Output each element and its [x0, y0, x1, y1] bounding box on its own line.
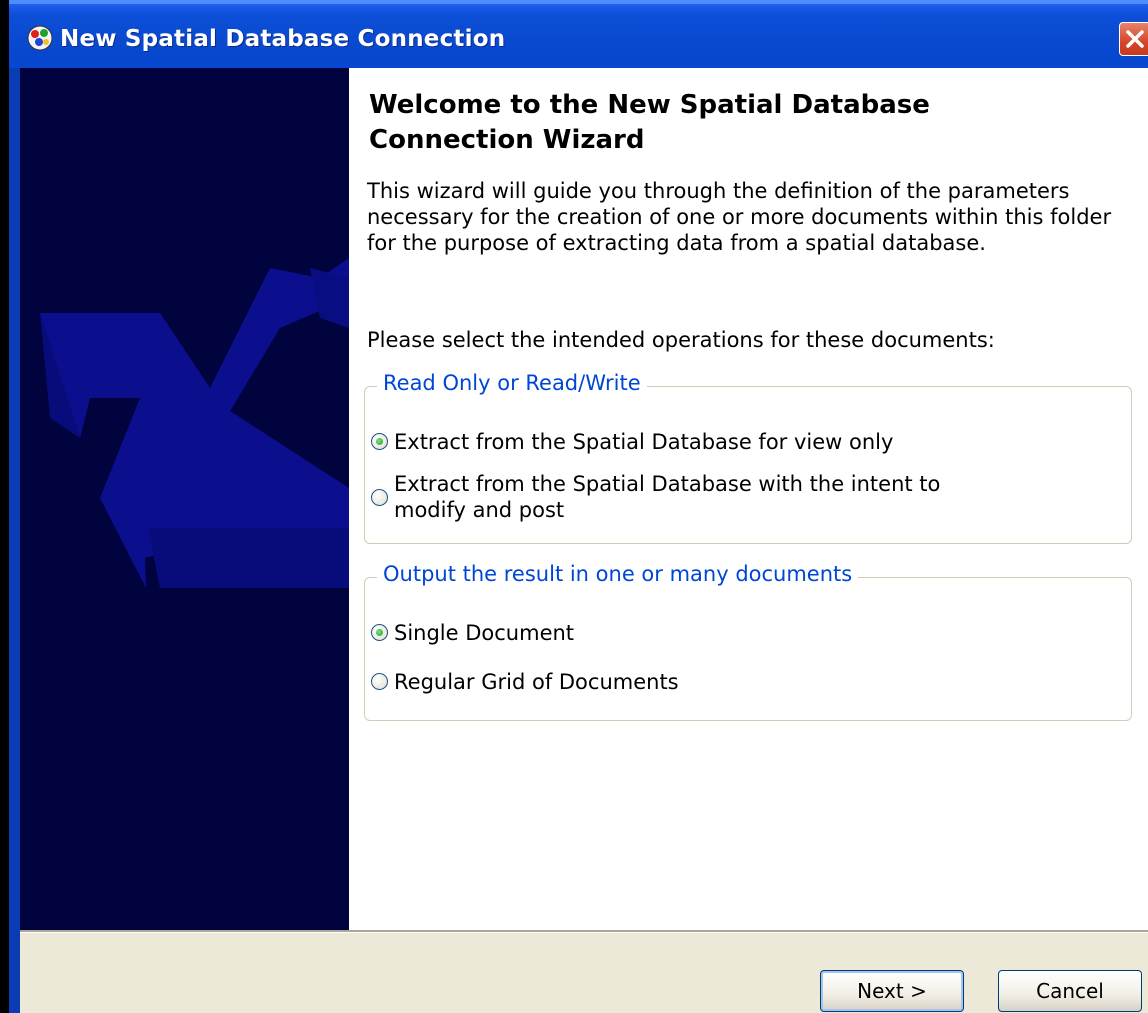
- cancel-button[interactable]: Cancel: [998, 970, 1142, 1012]
- next-button[interactable]: Next >: [820, 970, 964, 1012]
- title-bar-highlight: [9, 0, 1148, 4]
- radio-single-document[interactable]: Single Document: [371, 620, 574, 646]
- radio-modify-post[interactable]: Extract from the Spatial Database with t…: [371, 471, 1031, 523]
- wizard-description: This wizard will guide you through the d…: [367, 179, 1112, 255]
- output-group-legend: Output the result in one or many documen…: [377, 562, 859, 586]
- wizard-window: New Spatial Database Connection Welcome …: [9, 0, 1148, 1013]
- radio-regular-grid[interactable]: Regular Grid of Documents: [371, 669, 679, 695]
- wizard-content: Welcome to the New Spatial Database Conn…: [349, 68, 1148, 930]
- read-write-group-legend: Read Only or Read/Write: [377, 371, 647, 395]
- radio-view-only-button[interactable]: [371, 433, 388, 450]
- wizard-banner-image: [20, 68, 349, 930]
- window-frame-left: [9, 68, 20, 1013]
- radio-modify-post-button[interactable]: [371, 488, 388, 506]
- database-connection-icon: [27, 25, 53, 51]
- radio-view-only-label[interactable]: Extract from the Spatial Database for vi…: [394, 429, 893, 455]
- radio-regular-grid-label[interactable]: Regular Grid of Documents: [394, 669, 679, 695]
- radio-single-document-label[interactable]: Single Document: [394, 620, 574, 646]
- radio-single-document-button[interactable]: [371, 624, 388, 641]
- output-groupbox: Output the result in one or many documen…: [364, 562, 1132, 721]
- operations-prompt: Please select the intended operations fo…: [367, 328, 995, 352]
- radio-regular-grid-button[interactable]: [371, 673, 388, 690]
- radio-view-only[interactable]: Extract from the Spatial Database for vi…: [371, 429, 1111, 455]
- close-icon: [1126, 30, 1144, 48]
- close-button[interactable]: [1119, 22, 1148, 56]
- arrows-graphic: [40, 258, 349, 588]
- button-bar-separator: [20, 930, 1148, 933]
- wizard-heading: Welcome to the New Spatial Database Conn…: [369, 90, 930, 155]
- window-title: New Spatial Database Connection: [60, 26, 506, 52]
- button-bar: Next > Cancel: [20, 930, 1148, 1013]
- radio-modify-post-label[interactable]: Extract from the Spatial Database with t…: [394, 471, 1014, 523]
